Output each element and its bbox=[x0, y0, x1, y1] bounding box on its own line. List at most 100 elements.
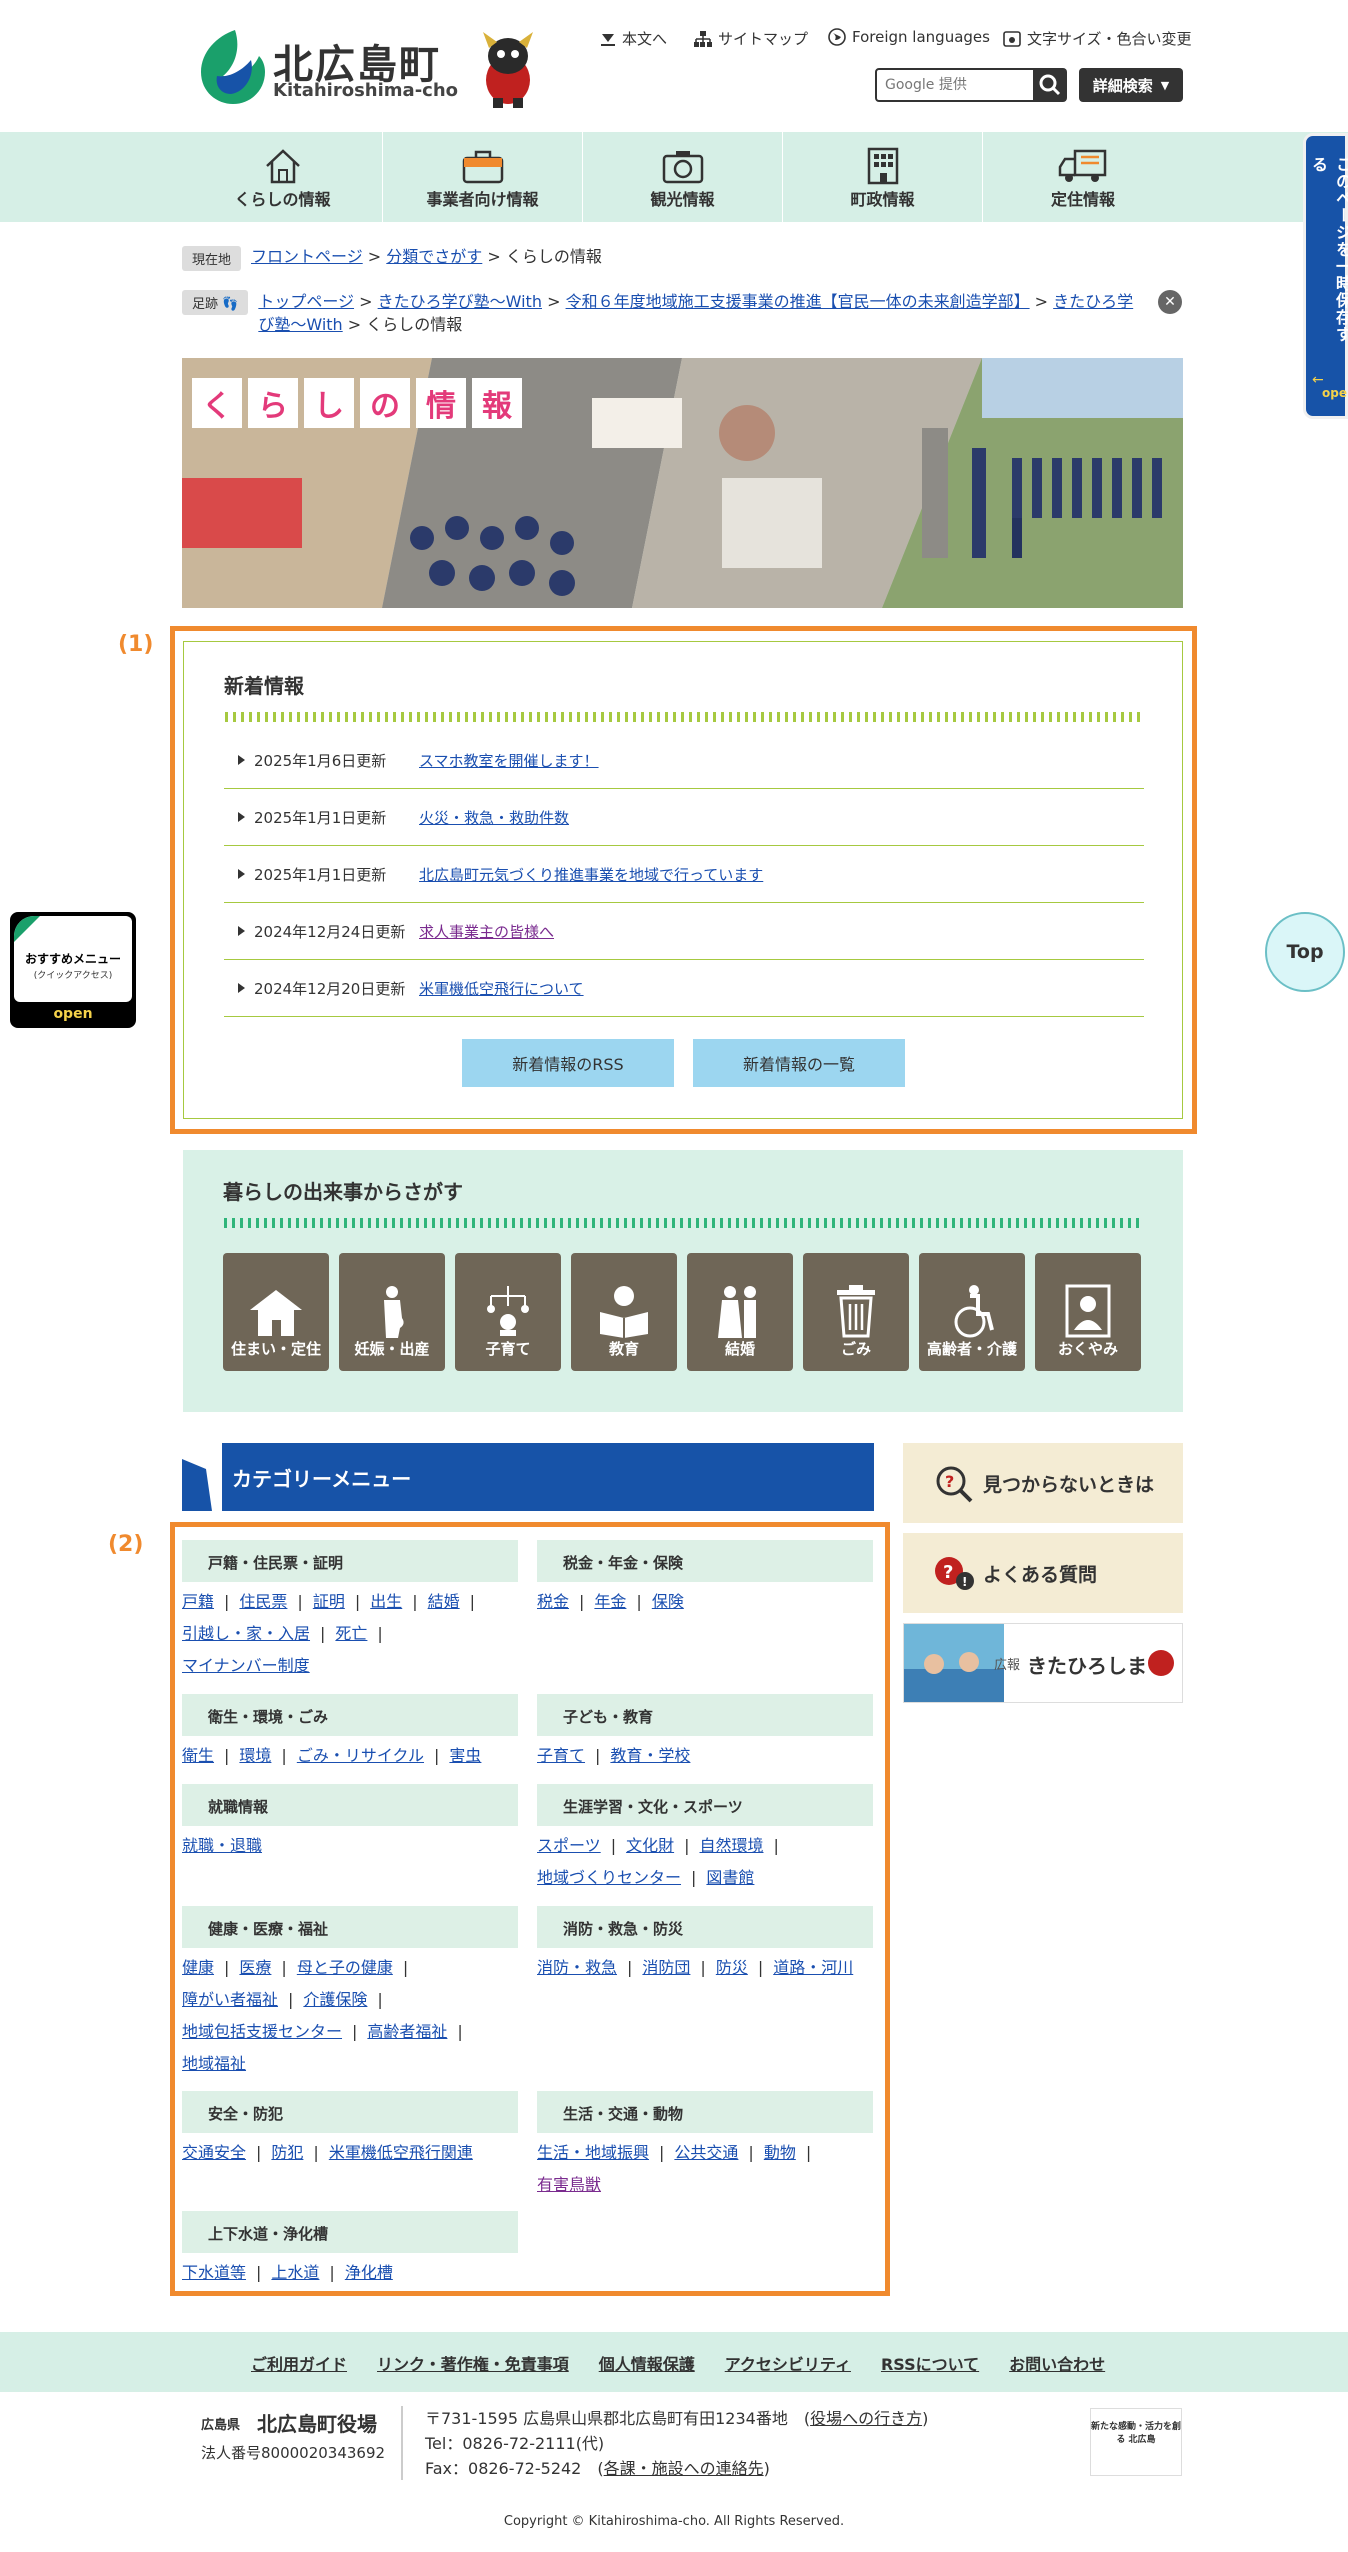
category-link[interactable]: 母と子の健康 bbox=[297, 1958, 393, 1977]
category-group-title[interactable]: 戸籍・住民票・証明 bbox=[182, 1540, 518, 1582]
history-link[interactable]: 令和６年度地域施工支援事業の推進【官民一体の未来創造学部】 bbox=[566, 292, 1030, 311]
category-link[interactable]: 出生 bbox=[370, 1592, 402, 1611]
category-link[interactable]: 浄化槽 bbox=[345, 2263, 393, 2282]
news-link[interactable]: 米軍機低空飛行について bbox=[419, 978, 584, 999]
recommended-menu-button[interactable]: おすすめメニュー (クイックアクセス) open bbox=[10, 912, 136, 1028]
category-link[interactable]: 文化財 bbox=[626, 1836, 674, 1855]
kouhou-banner[interactable]: 広報 きたひろしま bbox=[903, 1623, 1183, 1703]
category-link[interactable]: 年金 bbox=[594, 1592, 626, 1611]
category-link[interactable]: 保険 bbox=[652, 1592, 684, 1611]
sitemap-link[interactable]: サイトマップ bbox=[694, 28, 808, 49]
category-link[interactable]: 図書館 bbox=[706, 1868, 754, 1887]
event-childcare[interactable]: 子育て bbox=[455, 1253, 561, 1371]
not-found-button[interactable]: ? 見つからないときは bbox=[903, 1443, 1183, 1523]
category-link[interactable]: 環境 bbox=[239, 1746, 271, 1765]
category-link[interactable]: 上水道 bbox=[271, 2263, 319, 2282]
category-group-title[interactable]: 就職情報 bbox=[182, 1784, 518, 1826]
category-link[interactable]: 子育て bbox=[537, 1746, 585, 1765]
history-link[interactable]: きたひろ学び塾～With bbox=[378, 292, 542, 311]
category-link[interactable]: 健康 bbox=[182, 1958, 214, 1977]
news-link[interactable]: 火災・救急・救助件数 bbox=[419, 807, 569, 828]
event-marriage[interactable]: 結婚 bbox=[687, 1253, 793, 1371]
faq-button[interactable]: ?! よくある質問 bbox=[903, 1533, 1183, 1613]
category-link[interactable]: スポーツ bbox=[537, 1836, 601, 1855]
news-link[interactable]: 求人事業主の皆様へ bbox=[419, 921, 554, 942]
nav-tourism[interactable]: 観光情報 bbox=[583, 132, 783, 222]
nav-business[interactable]: 事業者向け情報 bbox=[383, 132, 583, 222]
footer-link[interactable]: RSSについて bbox=[881, 2351, 979, 2375]
category-link[interactable]: 住民票 bbox=[239, 1592, 287, 1611]
category-link[interactable]: 害虫 bbox=[449, 1746, 481, 1765]
breadcrumb-link[interactable]: 分類でさがす bbox=[386, 247, 482, 266]
news-link[interactable]: スマホ教室を開催します！ bbox=[419, 750, 599, 771]
news-list-button[interactable]: 新着情報の一覧 bbox=[693, 1039, 905, 1087]
news-link[interactable]: 北広島町元気づくり推進事業を地域で行っています bbox=[419, 864, 763, 885]
category-link[interactable]: 障がい者福祉 bbox=[182, 1990, 278, 2009]
event-elderly-care[interactable]: 高齢者・介護 bbox=[919, 1253, 1025, 1371]
category-link[interactable]: 税金 bbox=[537, 1592, 569, 1611]
contact-link[interactable]: 各課・施設への連絡先 bbox=[604, 2459, 764, 2478]
category-group-title[interactable]: 税金・年金・保険 bbox=[537, 1540, 873, 1582]
search-button[interactable] bbox=[1033, 68, 1067, 102]
category-link[interactable]: 死亡 bbox=[335, 1624, 367, 1643]
category-link[interactable]: 動物 bbox=[764, 2143, 796, 2162]
foreign-languages-link[interactable]: Foreign languages bbox=[828, 28, 990, 46]
breadcrumb-link[interactable]: フロントページ bbox=[251, 247, 363, 266]
search-input[interactable]: Google 提供 bbox=[875, 68, 1035, 102]
advanced-search-button[interactable]: 詳細検索 ▼ bbox=[1079, 68, 1183, 102]
category-link[interactable]: 地域福祉 bbox=[182, 2054, 246, 2073]
category-link[interactable]: 結婚 bbox=[428, 1592, 460, 1611]
category-link[interactable]: 道路・河川 bbox=[773, 1958, 853, 1977]
category-link[interactable]: 戸籍 bbox=[182, 1592, 214, 1611]
text-size-color-link[interactable]: 文字サイズ・色合い変更 bbox=[1003, 28, 1192, 49]
category-group-title[interactable]: 生活・交通・動物 bbox=[537, 2091, 873, 2133]
footer-link[interactable]: アクセシビリティ bbox=[725, 2351, 851, 2375]
site-logo[interactable]: 北広島町 Kitahiroshima-cho bbox=[195, 26, 540, 110]
category-link[interactable]: 就職・退職 bbox=[182, 1836, 262, 1855]
category-link[interactable]: 生活・地域振興 bbox=[537, 2143, 649, 2162]
category-link[interactable]: 衛生 bbox=[182, 1746, 214, 1765]
close-history-icon[interactable]: ✕ bbox=[1158, 290, 1182, 314]
category-link[interactable]: 地域包括支援センター bbox=[182, 2022, 342, 2041]
category-link[interactable]: 証明 bbox=[313, 1592, 345, 1611]
event-pregnancy[interactable]: 妊娠・出産 bbox=[339, 1253, 445, 1371]
nav-kurashi[interactable]: くらしの情報 bbox=[183, 132, 383, 222]
category-link[interactable]: 自然環境 bbox=[699, 1836, 763, 1855]
category-link[interactable]: 有害鳥獣 bbox=[537, 2175, 601, 2194]
nav-government[interactable]: 町政情報 bbox=[783, 132, 983, 222]
category-link[interactable]: 米軍機低空飛行関連 bbox=[329, 2143, 473, 2162]
category-link[interactable]: 引越し・家・入居 bbox=[182, 1624, 310, 1643]
nav-settlement[interactable]: 定住情報 bbox=[983, 132, 1183, 222]
category-link[interactable]: 消防・救急 bbox=[537, 1958, 617, 1977]
category-link[interactable]: 消防団 bbox=[642, 1958, 690, 1977]
event-housing[interactable]: 住まい・定住 bbox=[223, 1253, 329, 1371]
category-group-title[interactable]: 生涯学習・文化・スポーツ bbox=[537, 1784, 873, 1826]
category-group-title[interactable]: 子ども・教育 bbox=[537, 1694, 873, 1736]
category-group-title[interactable]: 安全・防犯 bbox=[182, 2091, 518, 2133]
category-link[interactable]: 交通安全 bbox=[182, 2143, 246, 2162]
category-link[interactable]: 防犯 bbox=[271, 2143, 303, 2162]
access-link[interactable]: 役場への行き方 bbox=[810, 2409, 922, 2428]
category-link[interactable]: 高齢者福祉 bbox=[367, 2022, 447, 2041]
category-group-title[interactable]: 消防・救急・防災 bbox=[537, 1906, 873, 1948]
history-link[interactable]: トップページ bbox=[258, 292, 354, 311]
event-garbage[interactable]: ごみ bbox=[803, 1253, 909, 1371]
category-group-title[interactable]: 健康・医療・福祉 bbox=[182, 1906, 518, 1948]
event-condolence[interactable]: おくやみ bbox=[1035, 1253, 1141, 1371]
category-link[interactable]: 防災 bbox=[716, 1958, 748, 1977]
category-group-title[interactable]: 衛生・環境・ごみ bbox=[182, 1694, 518, 1736]
footer-link[interactable]: お問い合わせ bbox=[1009, 2351, 1105, 2375]
news-rss-button[interactable]: 新着情報のRSS bbox=[462, 1039, 674, 1087]
category-link[interactable]: ごみ・リサイクル bbox=[297, 1746, 424, 1765]
category-link[interactable]: 教育・学校 bbox=[610, 1746, 690, 1765]
save-page-tab[interactable]: このページを一時保存する ← open bbox=[1303, 133, 1348, 419]
footer-link[interactable]: 個人情報保護 bbox=[599, 2351, 695, 2375]
category-group-title[interactable]: 上下水道・浄化槽 bbox=[182, 2211, 518, 2253]
footer-link[interactable]: ご利用ガイド bbox=[251, 2351, 347, 2375]
category-link[interactable]: 介護保険 bbox=[303, 1990, 367, 2009]
category-link[interactable]: 下水道等 bbox=[182, 2263, 246, 2282]
category-link[interactable]: マイナンバー制度 bbox=[182, 1656, 310, 1675]
footer-link[interactable]: リンク・著作権・免責事項 bbox=[377, 2351, 569, 2375]
category-link[interactable]: 地域づくりセンター bbox=[537, 1868, 681, 1887]
back-to-top-button[interactable]: Top bbox=[1265, 912, 1345, 992]
